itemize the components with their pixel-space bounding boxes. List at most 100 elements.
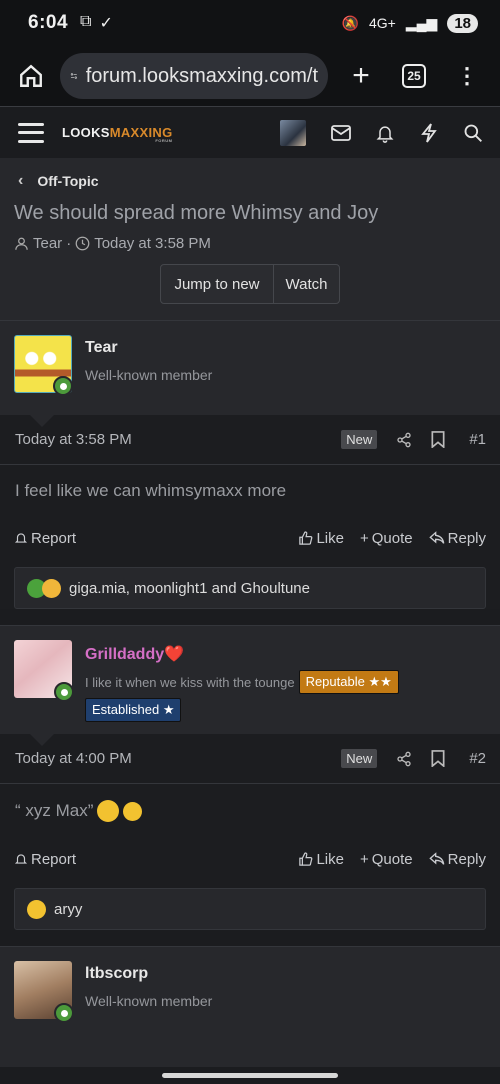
quote-button[interactable]: + Quote <box>360 530 413 547</box>
username[interactable]: Grilldaddy❤️ <box>85 644 455 664</box>
user-avatar[interactable] <box>280 119 306 146</box>
user-title: Well-known member <box>85 367 213 383</box>
post-user-block: Tear Well-known member <box>0 321 500 427</box>
share-button[interactable] <box>393 429 415 451</box>
online-status-icon <box>54 682 74 702</box>
plus-icon: + <box>360 529 369 547</box>
search-button[interactable] <box>462 122 484 144</box>
site-settings-icon[interactable] <box>70 66 78 86</box>
thumbs-up-icon <box>299 530 313 545</box>
plus-icon: + <box>352 59 370 92</box>
bookmark-button[interactable] <box>427 429 449 451</box>
network-label: 4G+ <box>369 15 396 31</box>
envelope-icon <box>331 124 351 141</box>
page-title: We should spread more Whimsy and Joy <box>14 202 379 224</box>
post-meta: Today at 3:58 PM New #1 <box>0 415 500 465</box>
thread-time[interactable]: Today at 3:58 PM <box>94 235 211 252</box>
url-text: forum.looksmaxxing.com/t <box>85 64 318 87</box>
inbox-button[interactable] <box>330 122 352 144</box>
chevron-left-icon: ‹ <box>18 172 24 189</box>
home-icon <box>20 64 42 87</box>
post-body: I feel like we can whimsymaxx more <box>15 481 287 500</box>
like-button[interactable]: Like <box>298 530 344 547</box>
reactions-bar[interactable]: aryy <box>14 888 486 930</box>
avatar[interactable] <box>14 961 74 1023</box>
avatar[interactable] <box>14 335 73 396</box>
post-2: Grilldaddy❤️ I like it when we kiss with… <box>0 625 500 930</box>
signal-icon: ▂▄▆ <box>405 14 438 31</box>
pleading-reaction-icon <box>27 899 46 919</box>
plus-icon: + <box>360 850 369 868</box>
thumbs-up-icon <box>299 851 313 866</box>
reply-button[interactable]: Reply <box>428 530 486 547</box>
breadcrumb[interactable]: ‹ Off-Topic <box>18 172 486 190</box>
breadcrumb-link[interactable]: Off-Topic <box>37 173 98 189</box>
bookmark-button[interactable] <box>427 748 449 770</box>
browser-toolbar: forum.looksmaxxing.com/t + 25 ⋮ <box>0 46 500 106</box>
post-number[interactable]: #2 <box>469 750 486 767</box>
thinking-reaction-icon <box>42 578 61 598</box>
reactions-users[interactable]: aryy <box>54 901 82 918</box>
clock-icon <box>75 236 90 251</box>
like-button[interactable]: Like <box>298 851 344 868</box>
watch-button[interactable]: Watch <box>274 265 339 303</box>
new-badge: New <box>341 430 378 449</box>
bolt-icon <box>421 122 437 143</box>
home-button[interactable] <box>14 59 48 93</box>
reactions-bar[interactable]: giga.mia, moonlight1 and Ghoultune <box>14 567 486 609</box>
thread-meta: Tear · Today at 3:58 PM <box>14 235 486 252</box>
post-3: ltbscorp Well-known member <box>0 946 500 1067</box>
share-icon <box>397 432 411 447</box>
browser-menu-button[interactable]: ⋮ <box>456 63 478 89</box>
post-actions: Report Like + Quote Reply <box>0 517 500 559</box>
jump-to-new-button[interactable]: Jump to new <box>161 265 274 303</box>
site-logo[interactable]: LOOKSMAXXING FORUM <box>62 125 173 143</box>
tab-switcher-button[interactable]: 25 <box>402 64 426 88</box>
site-header: LOOKSMAXXING FORUM <box>0 106 500 158</box>
post-date[interactable]: Today at 4:00 PM <box>15 750 132 767</box>
post-date[interactable]: Today at 3:58 PM <box>15 431 132 448</box>
share-icon <box>397 751 411 766</box>
report-button[interactable]: Report <box>14 851 76 868</box>
heart-icon: ❤️ <box>164 646 185 663</box>
bookmark-icon <box>431 750 445 767</box>
reactions-users[interactable]: giga.mia, moonlight1 and Ghoultune <box>69 580 310 597</box>
reply-icon <box>428 531 444 544</box>
alerts-button[interactable] <box>374 122 396 144</box>
thread-header: ‹ Off-Topic We should spread more Whimsy… <box>0 158 500 320</box>
quote-button[interactable]: + Quote <box>360 851 413 868</box>
report-button[interactable]: Report <box>14 530 76 547</box>
status-time: 6:04 <box>28 12 69 33</box>
hamburger-menu-icon[interactable] <box>18 122 44 143</box>
username[interactable]: Tear <box>85 339 212 357</box>
thread-button-group: Jump to new Watch <box>160 264 340 304</box>
reply-icon <box>428 852 444 865</box>
screenshot-icon: ⧉ <box>80 13 92 30</box>
battery-indicator: 18 <box>447 13 478 33</box>
woozy-emoji-icon <box>97 800 120 822</box>
share-button[interactable] <box>393 748 415 770</box>
user-title: Well-known member <box>85 993 213 1009</box>
user-title: I like it when we kiss with the tounge <box>85 674 295 690</box>
post-number[interactable]: #1 <box>469 431 486 448</box>
bell-icon <box>14 533 28 543</box>
thread-author[interactable]: Tear <box>33 235 62 252</box>
username[interactable]: ltbscorp <box>85 965 212 983</box>
check-icon: ✓ <box>99 15 113 32</box>
avatar[interactable] <box>14 640 74 702</box>
post-actions: Report Like + Quote Reply <box>0 838 500 880</box>
unamused-emoji-icon <box>123 801 143 821</box>
more-vert-icon: ⋮ <box>456 63 478 88</box>
bell-icon <box>376 125 394 143</box>
whats-new-button[interactable] <box>418 122 440 144</box>
new-tab-button[interactable]: + <box>346 61 376 91</box>
gesture-nav-bar[interactable] <box>162 1073 338 1078</box>
post-body: “ xyz Max” <box>0 784 500 838</box>
page-content: ‹ Off-Topic We should spread more Whimsy… <box>0 158 500 1084</box>
post-user-block: ltbscorp Well-known member <box>0 947 500 1067</box>
online-status-icon <box>53 376 73 396</box>
search-icon <box>464 124 482 142</box>
reply-button[interactable]: Reply <box>428 851 486 868</box>
bookmark-icon <box>431 431 445 448</box>
address-bar[interactable]: forum.looksmaxxing.com/t <box>60 53 328 99</box>
